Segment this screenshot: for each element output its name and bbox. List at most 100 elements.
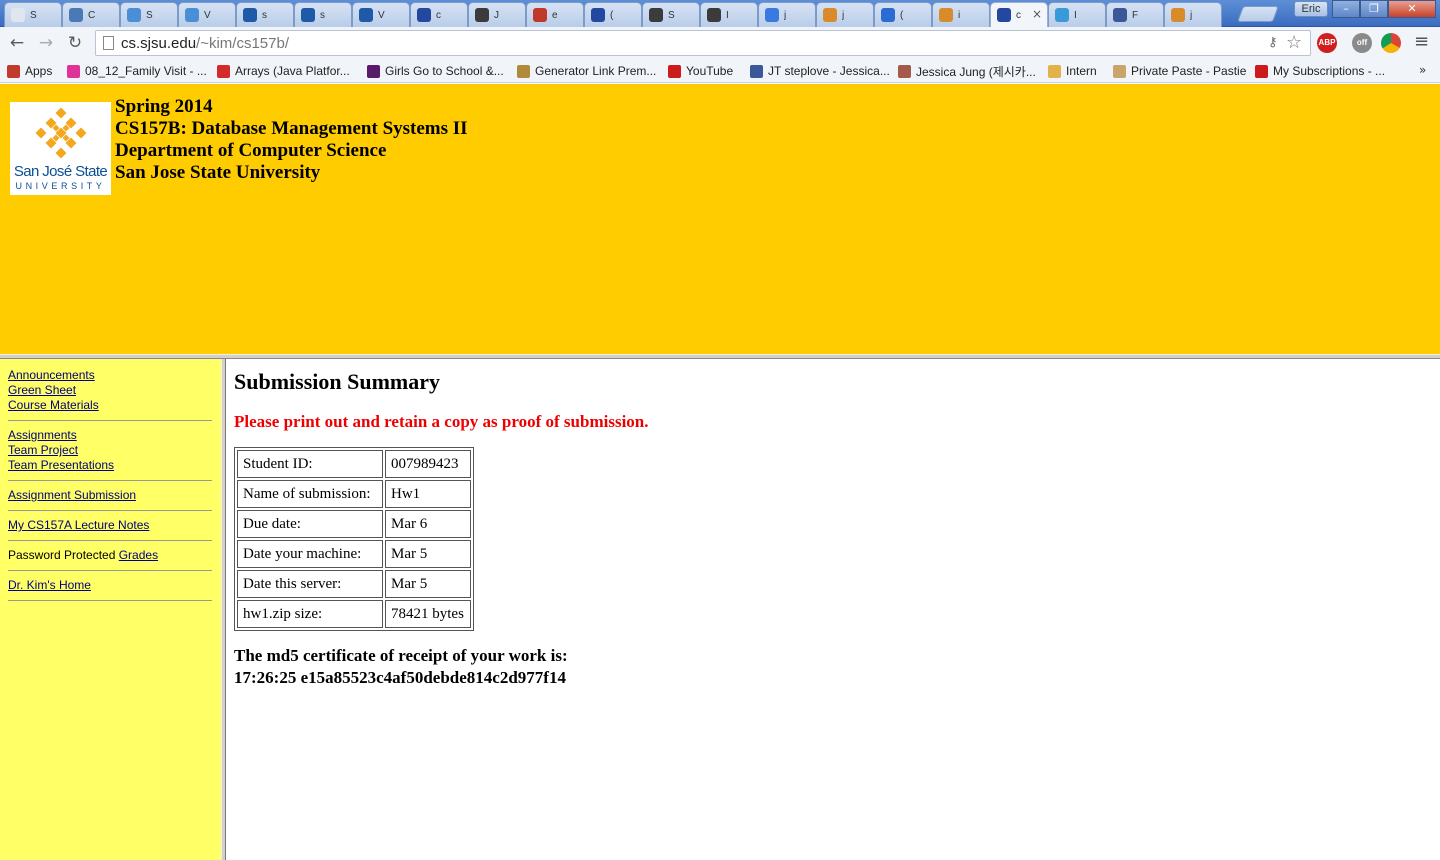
stack-icon	[1171, 8, 1185, 22]
browser-tab[interactable]: c ×	[990, 2, 1048, 27]
tab-title: I	[726, 9, 729, 21]
address-url[interactable]: cs.sjsu.edu/~kim/cs157b/	[121, 35, 289, 52]
bookmark-item[interactable]: Intern	[1048, 63, 1097, 79]
sidebar-link-green-sheet[interactable]: Green Sheet	[8, 383, 212, 398]
browser-tab[interactable]: I	[700, 2, 758, 27]
sidebar-link-grades[interactable]: Grades	[119, 548, 158, 562]
browser-tab[interactable]: j	[758, 2, 816, 27]
url-path: /~kim/cs157b/	[196, 35, 290, 52]
browser-tab[interactable]: V	[352, 2, 410, 27]
bookmark-label: Girls Go to School &...	[385, 64, 504, 78]
bookmark-item[interactable]: Apps	[7, 63, 52, 79]
row-value: Mar 5	[385, 540, 471, 568]
browser-tab[interactable]: e	[526, 2, 584, 27]
tab-title: j	[784, 9, 787, 21]
md5-certificate: The md5 certificate of receipt of your w…	[234, 645, 1432, 689]
new-tab-button[interactable]	[1237, 6, 1279, 22]
browser-tab[interactable]: I	[1048, 2, 1106, 27]
sidebar-link-team-presentations[interactable]: Team Presentations	[8, 458, 212, 473]
sjsu-seal-icon	[35, 107, 87, 159]
pastie-icon	[1113, 64, 1126, 78]
browser-tab[interactable]: (	[584, 2, 642, 27]
tab-title: S	[146, 9, 153, 21]
youtube-icon	[1255, 64, 1268, 78]
row-label: Due date:	[237, 510, 383, 538]
menu-icon[interactable]: ≡	[1414, 31, 1429, 52]
tab-title: s	[262, 9, 267, 21]
bookmark-item[interactable]: YouTube	[668, 63, 733, 79]
browser-tab[interactable]: J	[468, 2, 526, 27]
bookmark-item[interactable]: My Subscriptions - ...	[1255, 63, 1385, 79]
avatar-icon	[898, 64, 911, 78]
logo-diamond	[75, 127, 87, 139]
chrome-extension-icon[interactable]	[1381, 33, 1401, 53]
loading-icon	[881, 8, 895, 22]
sidebar-link-cs157a-notes[interactable]: My CS157A Lecture Notes	[8, 518, 212, 533]
browser-tab[interactable]: S	[4, 2, 62, 27]
browser-tab[interactable]: F	[1106, 2, 1164, 27]
print-notice: Please print out and retain a copy as pr…	[234, 412, 649, 431]
sidebar-link-team-project[interactable]: Team Project	[8, 443, 212, 458]
tab-title: i	[958, 9, 961, 21]
sidebar-link-assignments[interactable]: Assignments	[8, 428, 212, 443]
sidebar-link-dr-kim-home[interactable]: Dr. Kim's Home	[8, 578, 212, 593]
browser-tab[interactable]: V	[178, 2, 236, 27]
bookmark-item[interactable]: 08_12_Family Visit - ...	[67, 63, 207, 79]
browser-tab[interactable]: (	[874, 2, 932, 27]
oracle-icon	[217, 64, 230, 78]
tab-close-icon[interactable]: ×	[1032, 7, 1042, 21]
forward-button[interactable]: →	[35, 32, 57, 54]
bookmark-star-icon[interactable]: ☆	[1286, 32, 1302, 53]
row-value: 78421 bytes	[385, 600, 471, 628]
bookmark-item[interactable]: Generator Link Prem...	[517, 63, 656, 79]
key-icon[interactable]: ⚷	[1268, 35, 1278, 50]
bookmarks-overflow-button[interactable]: »	[1419, 63, 1426, 77]
sidebar-link-assignment-submission[interactable]: Assignment Submission	[8, 488, 212, 503]
password-protected-label: Password Protected	[8, 548, 119, 562]
bookmark-label: Intern	[1066, 64, 1097, 78]
page-title: Submission Summary	[234, 369, 441, 394]
maximize-button[interactable]: ❐	[1360, 0, 1388, 18]
browser-tab[interactable]: j	[1164, 2, 1222, 27]
adblock-plus-icon[interactable]: ABP	[1317, 33, 1337, 53]
sidebar-link-course-materials[interactable]: Course Materials	[8, 398, 212, 413]
window-close-button[interactable]: ✕	[1388, 0, 1436, 18]
table-row: Student ID: 007989423	[237, 450, 471, 478]
reload-button[interactable]: ↻	[64, 32, 86, 54]
browser-tab[interactable]: C	[62, 2, 120, 27]
browser-tab[interactable]: s	[236, 2, 294, 27]
address-bar[interactable]: cs.sjsu.edu/~kim/cs157b/ ⚷ ☆	[95, 30, 1311, 56]
course-title: CS157B: Database Management Systems II	[115, 118, 468, 139]
link-icon	[517, 64, 530, 78]
bookmark-item[interactable]: Arrays (Java Platfor...	[217, 63, 350, 79]
minimize-button[interactable]: –	[1332, 0, 1360, 18]
facebook-icon	[750, 64, 763, 78]
browser-tab[interactable]: s	[294, 2, 352, 27]
md5-label: The md5 certificate of receipt of your w…	[234, 646, 568, 665]
bookmark-item[interactable]: JT steplove - Jessica...	[750, 63, 890, 79]
tab-title: F	[1132, 9, 1139, 21]
browser-tab[interactable]: i	[932, 2, 990, 27]
browser-tab[interactable]: j	[816, 2, 874, 27]
submission-table: Student ID: 007989423 Name of submission:…	[234, 447, 474, 631]
row-value: Mar 5	[385, 570, 471, 598]
ghostery-icon[interactable]: off	[1352, 33, 1372, 53]
logo-diamond	[35, 127, 47, 139]
sidebar-group-home: Dr. Kim's Home	[8, 578, 212, 601]
browser-tab[interactable]: c	[410, 2, 468, 27]
browser-tab[interactable]: S	[642, 2, 700, 27]
bookmark-item[interactable]: Girls Go to School &...	[367, 63, 504, 79]
row-value: Mar 6	[385, 510, 471, 538]
folder-icon	[1048, 64, 1061, 78]
sjsu-icon	[591, 8, 605, 22]
table-row: Due date: Mar 6	[237, 510, 471, 538]
browser-toolbar: ← → ↻ cs.sjsu.edu/~kim/cs157b/ ⚷ ☆ ABP o…	[0, 27, 1440, 59]
bookmark-item[interactable]: Private Paste - Pastie	[1113, 63, 1246, 79]
browser-tab[interactable]: S	[120, 2, 178, 27]
tab-title: C	[88, 9, 96, 21]
bookmark-item[interactable]: Jessica Jung (제시카...	[898, 63, 1036, 79]
sidebar-link-announcements[interactable]: Announcements	[8, 368, 212, 383]
sidebar-group-info: Announcements Green Sheet Course Materia…	[8, 368, 212, 421]
back-button[interactable]: ←	[6, 32, 28, 54]
profile-button[interactable]: Eric	[1294, 1, 1328, 17]
